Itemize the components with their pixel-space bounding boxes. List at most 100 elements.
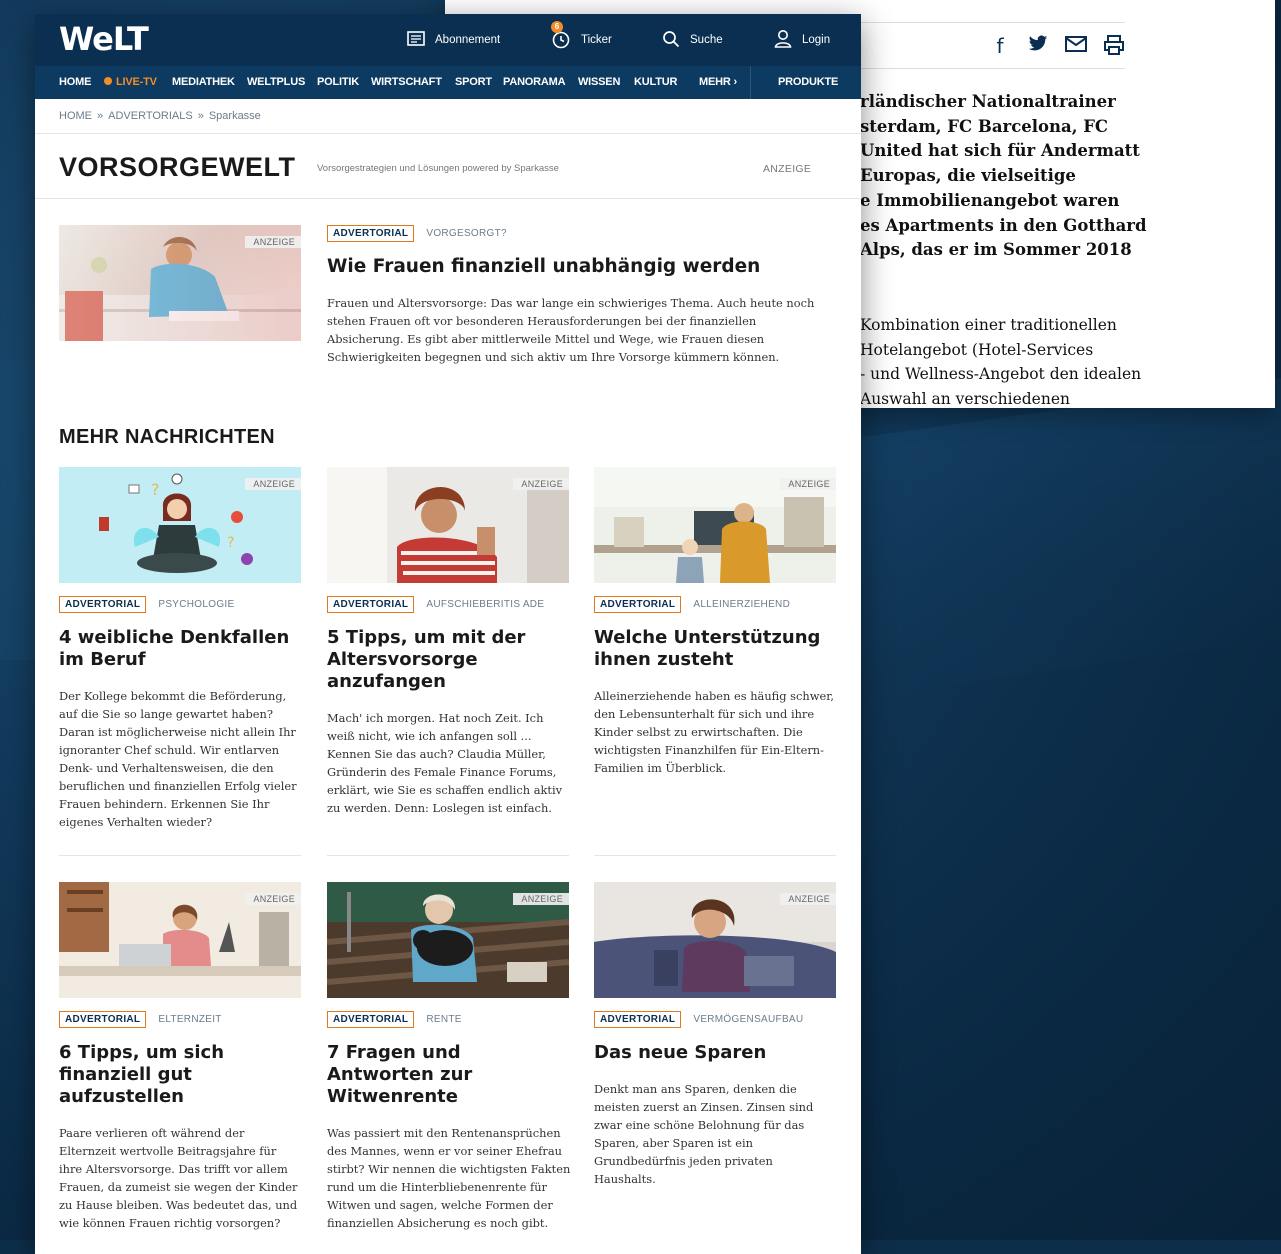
category-label[interactable]: VORGESORGT?: [426, 228, 507, 239]
ticker-label: Ticker: [581, 34, 612, 46]
card-body: Der Kollege bekommt die Beförderung, auf…: [59, 689, 297, 829]
nav-sport[interactable]: SPORT: [455, 66, 492, 99]
nav-home[interactable]: HOME: [59, 66, 91, 99]
category-label[interactable]: ELTERNZEIT: [158, 1014, 221, 1025]
more-news-title: MEHR NACHRICHTEN: [59, 426, 275, 448]
ad-badge: ANZEIGE: [245, 893, 301, 905]
welt-logo[interactable]: WeLT: [59, 20, 149, 58]
live-dot: [104, 77, 112, 85]
card-headline[interactable]: 4 weibliche Denkfallen im Beruf: [59, 627, 301, 671]
ad-badge: ANZEIGE: [245, 236, 301, 248]
card-body: Alleinerziehende haben es häufig schwer,…: [594, 689, 835, 775]
advertorial-label: ADVERTORIAL: [594, 596, 682, 613]
card-image[interactable]: ANZEIGE: [59, 882, 301, 998]
advertorial-label: ADVERTORIAL: [327, 596, 415, 613]
ad-badge: ANZEIGE: [245, 478, 301, 490]
nav-panorama[interactable]: PANORAMA: [503, 66, 566, 99]
login-label: Login: [802, 34, 831, 46]
breadcrumb-current: Sparkasse: [208, 110, 261, 122]
svg-text:?: ?: [151, 480, 160, 499]
category-label[interactable]: VERMÖGENSAUFBAU: [693, 1014, 803, 1025]
article-text: Kombination einer traditionellen Hotelan…: [860, 316, 1142, 409]
divider: [594, 855, 836, 856]
nav-live-tv[interactable]: LIVE-TV: [104, 66, 157, 99]
nav-mediathek[interactable]: MEDIATHEK: [172, 66, 235, 99]
user-icon: [774, 29, 792, 51]
card-tag: ADVERTORIAL ELTERNZEIT: [59, 1011, 222, 1028]
divider: [35, 133, 861, 134]
lead-article-image[interactable]: ANZEIGE: [59, 225, 301, 341]
card-image[interactable]: ANZEIGE: [594, 882, 836, 998]
ticker-link[interactable]: 6 Ticker: [551, 14, 612, 66]
login-link[interactable]: Login: [774, 14, 830, 66]
advertorial-label: ADVERTORIAL: [327, 1011, 415, 1028]
nav-weltplus[interactable]: WELTPLUS: [247, 66, 305, 99]
breadcrumb-advertorials[interactable]: ADVERTORIALS: [108, 110, 193, 122]
ad-badge: ANZEIGE: [780, 893, 836, 905]
category-label[interactable]: PSYCHOLOGIE: [158, 599, 234, 610]
card-headline[interactable]: 7 Fragen und Antworten zur Witwenrente: [327, 1042, 527, 1108]
section-subtitle: Vorsorgestrategien und Lösungen powered …: [317, 163, 559, 174]
category-label[interactable]: ALLEINERZIEHEND: [693, 599, 790, 610]
breadcrumb-separator: »: [197, 110, 204, 122]
nav-produkte[interactable]: PRODUKTE: [778, 66, 838, 99]
lead-body: Frauen und Altersvorsorge: Das war lange…: [327, 296, 815, 364]
svg-text:?: ?: [227, 535, 234, 551]
twitter-icon[interactable]: [1025, 34, 1051, 58]
card-tag: ADVERTORIAL AUFSCHIEBERITIS ADE: [327, 596, 544, 613]
main-navigation: HOME LIVE-TV MEDIATHEK WELTPLUS POLITIK …: [35, 66, 861, 99]
search-icon: [662, 30, 680, 51]
advertorial-label: ADVERTORIAL: [59, 596, 147, 613]
card-headline[interactable]: Welche Unterstützung ihnen zusteht: [594, 627, 836, 671]
card-image[interactable]: ANZEIGE: [327, 882, 569, 998]
divider: [860, 22, 1125, 23]
card-image[interactable]: ANZEIGE: [327, 467, 569, 583]
top-bar: WeLT Abonnement 6 Ticker Suche Login: [35, 14, 861, 66]
card-headline[interactable]: 6 Tipps, um sich finanziell gut aufzuste…: [59, 1042, 259, 1108]
print-icon[interactable]: [1101, 34, 1127, 58]
ad-badge: ANZEIGE: [513, 893, 569, 905]
advertorial-label: ADVERTORIAL: [594, 1011, 682, 1028]
category-label[interactable]: RENTE: [426, 1014, 461, 1025]
divider: [327, 855, 569, 856]
divider: [59, 855, 301, 856]
card-tag: ADVERTORIAL VERMÖGENSAUFBAU: [594, 1011, 803, 1028]
search-label: Suche: [690, 34, 723, 46]
card-body: Mach' ich morgen. Hat noch Zeit. Ich wei…: [327, 711, 563, 815]
nav-politik[interactable]: POLITIK: [317, 66, 359, 99]
card-tag: ADVERTORIAL PSYCHOLOGIE: [59, 596, 234, 613]
advertorial-label: ADVERTORIAL: [59, 1011, 147, 1028]
search-link[interactable]: Suche: [662, 14, 723, 66]
card-tag: ADVERTORIAL RENTE: [327, 1011, 462, 1028]
card-headline[interactable]: Das neue Sparen: [594, 1042, 836, 1064]
lead-headline[interactable]: Wie Frauen finanziell unabhängig werden: [327, 256, 837, 277]
background-shape: [0, 360, 40, 660]
lead-tag: ADVERTORIAL VORGESORGT?: [327, 225, 507, 242]
abonnement-label: Abonnement: [435, 34, 501, 46]
card-body: Denkt man ans Sparen, denken die meisten…: [594, 1082, 814, 1186]
advertorial-label: ADVERTORIAL: [327, 225, 415, 242]
chevron-right-icon: ›: [733, 76, 737, 88]
card-image[interactable]: ? ? ANZEIGE: [59, 467, 301, 583]
nav-wirtschaft[interactable]: WIRTSCHAFT: [371, 66, 442, 99]
abonnement-link[interactable]: Abonnement: [407, 14, 500, 66]
main-page-window: WeLT Abonnement 6 Ticker Suche Login HOM…: [35, 14, 861, 1254]
nav-wissen[interactable]: WISSEN: [578, 66, 620, 99]
facebook-icon[interactable]: f: [987, 34, 1013, 58]
newspaper-icon: [407, 31, 425, 49]
category-label[interactable]: AUFSCHIEBERITIS ADE: [426, 599, 544, 610]
card-headline[interactable]: 5 Tipps, um mit der Altersvorsorge anzuf…: [327, 627, 547, 693]
card-body: Was passiert mit den Rentenansprüchen de…: [327, 1126, 571, 1230]
breadcrumb-home[interactable]: HOME: [59, 110, 92, 122]
article-text-bold: rländischer Nationaltrainer sterdam, FC …: [860, 92, 1147, 260]
card-body: Paare verlieren oft während der Elternze…: [59, 1126, 298, 1230]
card-image[interactable]: ANZEIGE: [594, 467, 836, 583]
nav-divider: [750, 66, 751, 99]
nav-mehr[interactable]: MEHR ›: [699, 66, 737, 99]
mail-icon[interactable]: [1063, 34, 1089, 58]
card-tag: ADVERTORIAL ALLEINERZIEHEND: [594, 596, 790, 613]
clock-icon: 6: [551, 20, 571, 52]
breadcrumb: HOME » ADVERTORIALS » Sparkasse: [59, 110, 261, 122]
nav-kultur[interactable]: KULTUR: [634, 66, 677, 99]
nav-live-label: LIVE-TV: [116, 76, 157, 88]
